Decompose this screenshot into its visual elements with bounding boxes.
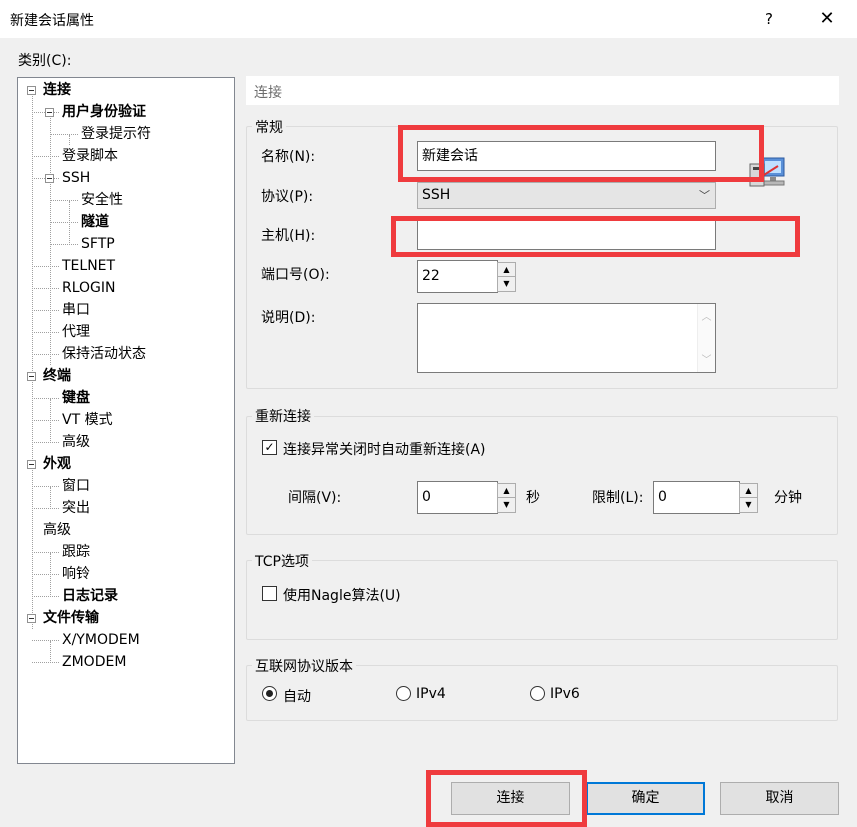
- tree-item-auth[interactable]: 用户身份验证: [62, 101, 146, 123]
- collapse-icon[interactable]: [45, 174, 54, 183]
- title-bar: 新建会话属性 ? ✕: [0, 0, 857, 38]
- tree-item-connection[interactable]: 连接: [43, 79, 71, 101]
- ip-auto-radio[interactable]: [262, 686, 277, 701]
- collapse-icon[interactable]: [27, 372, 36, 381]
- panel-title: 连接: [254, 85, 282, 101]
- spin-down-icon[interactable]: ▼: [498, 277, 515, 291]
- tree-item-login-prompt[interactable]: 登录提示符: [81, 123, 151, 145]
- collapse-icon[interactable]: [27, 86, 36, 95]
- scroll-down-icon[interactable]: ﹀: [698, 351, 715, 366]
- tree-item-advanced[interactable]: 高级: [43, 519, 71, 541]
- scroll-up-icon[interactable]: ︿: [698, 308, 715, 323]
- reconnect-group: [246, 416, 838, 535]
- tree-item-vt-mode[interactable]: VT 模式: [62, 409, 113, 431]
- ip-v4-radio[interactable]: [396, 686, 411, 701]
- tree-item-keepalive[interactable]: 保持活动状态: [62, 343, 146, 365]
- tree-item-telnet[interactable]: TELNET: [62, 255, 115, 277]
- ip-version-group-label: 互联网协议版本: [252, 656, 356, 676]
- ok-button[interactable]: 确定: [586, 782, 705, 815]
- close-button[interactable]: ✕: [810, 4, 844, 34]
- tcp-group-label: TCP选项: [252, 551, 312, 571]
- tree-item-zmodem[interactable]: ZMODEM: [62, 651, 126, 673]
- spin-down-icon[interactable]: ▼: [740, 498, 757, 512]
- tree-item-rlogin[interactable]: RLOGIN: [62, 277, 116, 299]
- port-field[interactable]: 22: [417, 260, 498, 293]
- tree-item-login-script[interactable]: 登录脚本: [62, 145, 118, 167]
- port-label: 端口号(O):: [261, 267, 330, 283]
- protocol-value: SSH: [422, 187, 451, 203]
- category-tree[interactable]: 连接 用户身份验证 登录提示符 登录脚本 SSH 安全性 隧道 SFTP TELNET RLOGI…: [17, 77, 235, 764]
- auto-reconnect-checkbox[interactable]: ✓: [262, 440, 277, 455]
- port-spinner[interactable]: ▲ ▼: [497, 262, 516, 292]
- collapse-icon[interactable]: [45, 108, 54, 117]
- spin-up-icon[interactable]: ▲: [498, 263, 515, 277]
- panel-header: [246, 76, 839, 105]
- limit-field[interactable]: 0: [653, 481, 740, 514]
- tree-item-trace[interactable]: 跟踪: [62, 541, 90, 563]
- description-scrollbar[interactable]: ︿ ﹀: [697, 304, 715, 372]
- tree-item-terminal-advanced[interactable]: 高级: [62, 431, 90, 453]
- highlight-box-host: [391, 216, 800, 257]
- tree-item-proxy[interactable]: 代理: [62, 321, 90, 343]
- tree-item-ssh[interactable]: SSH: [62, 167, 90, 189]
- tree-item-highlight[interactable]: 突出: [62, 497, 90, 519]
- host-label: 主机(H):: [261, 228, 316, 244]
- ip-v4-label: IPv4: [416, 686, 446, 702]
- limit-unit: 分钟: [774, 490, 802, 506]
- nagle-checkbox[interactable]: [262, 586, 277, 601]
- limit-label: 限制(L):: [592, 490, 644, 506]
- cancel-button[interactable]: 取消: [720, 782, 839, 815]
- ip-v6-label: IPv6: [550, 686, 580, 702]
- tree-item-window[interactable]: 窗口: [62, 475, 90, 497]
- description-field[interactable]: ︿ ﹀: [417, 303, 716, 373]
- checkmark-icon: ✓: [264, 440, 275, 454]
- nagle-label: 使用Nagle算法(U): [283, 588, 401, 604]
- name-label: 名称(N):: [261, 149, 316, 165]
- auto-reconnect-label: 连接异常关闭时自动重新连接(A): [283, 442, 486, 458]
- interval-unit: 秒: [526, 490, 540, 506]
- interval-label: 间隔(V):: [288, 490, 342, 506]
- category-label: 类别(C):: [18, 53, 72, 69]
- protocol-select[interactable]: SSH ﹀: [417, 182, 716, 209]
- spin-up-icon[interactable]: ▲: [740, 484, 757, 498]
- tree-item-security[interactable]: 安全性: [81, 189, 123, 211]
- tree-item-file-transfer[interactable]: 文件传输: [43, 607, 99, 629]
- collapse-icon[interactable]: [27, 614, 36, 623]
- tree-item-serial[interactable]: 串口: [62, 299, 90, 321]
- tree-item-tunnel[interactable]: 隧道: [81, 211, 109, 233]
- highlight-box-connect: [426, 770, 587, 827]
- tree-item-xymodem[interactable]: X/YMODEM: [62, 629, 140, 651]
- interval-spinner[interactable]: ▲ ▼: [497, 483, 516, 513]
- tree-item-appearance[interactable]: 外观: [43, 453, 71, 475]
- protocol-label: 协议(P):: [261, 189, 314, 205]
- tree-item-bell[interactable]: 响铃: [62, 563, 90, 585]
- ip-auto-label: 自动: [283, 689, 311, 705]
- collapse-icon[interactable]: [27, 460, 36, 469]
- tree-item-logging[interactable]: 日志记录: [62, 585, 118, 607]
- window-title: 新建会话属性: [10, 13, 94, 29]
- description-label: 说明(D):: [261, 310, 316, 326]
- tree-item-sftp[interactable]: SFTP: [81, 233, 115, 255]
- spin-up-icon[interactable]: ▲: [498, 484, 515, 498]
- general-group-label: 常规: [252, 117, 286, 137]
- tree-item-keyboard[interactable]: 键盘: [62, 387, 90, 409]
- spin-down-icon[interactable]: ▼: [498, 498, 515, 512]
- help-button[interactable]: ?: [755, 6, 783, 32]
- chevron-down-icon: ﹀: [699, 189, 710, 202]
- interval-field[interactable]: 0: [417, 481, 498, 514]
- ip-v6-radio[interactable]: [530, 686, 545, 701]
- highlight-box-name: [398, 125, 764, 182]
- tree-item-terminal[interactable]: 终端: [43, 365, 71, 387]
- limit-spinner[interactable]: ▲ ▼: [739, 483, 758, 513]
- reconnect-group-label: 重新连接: [252, 406, 314, 426]
